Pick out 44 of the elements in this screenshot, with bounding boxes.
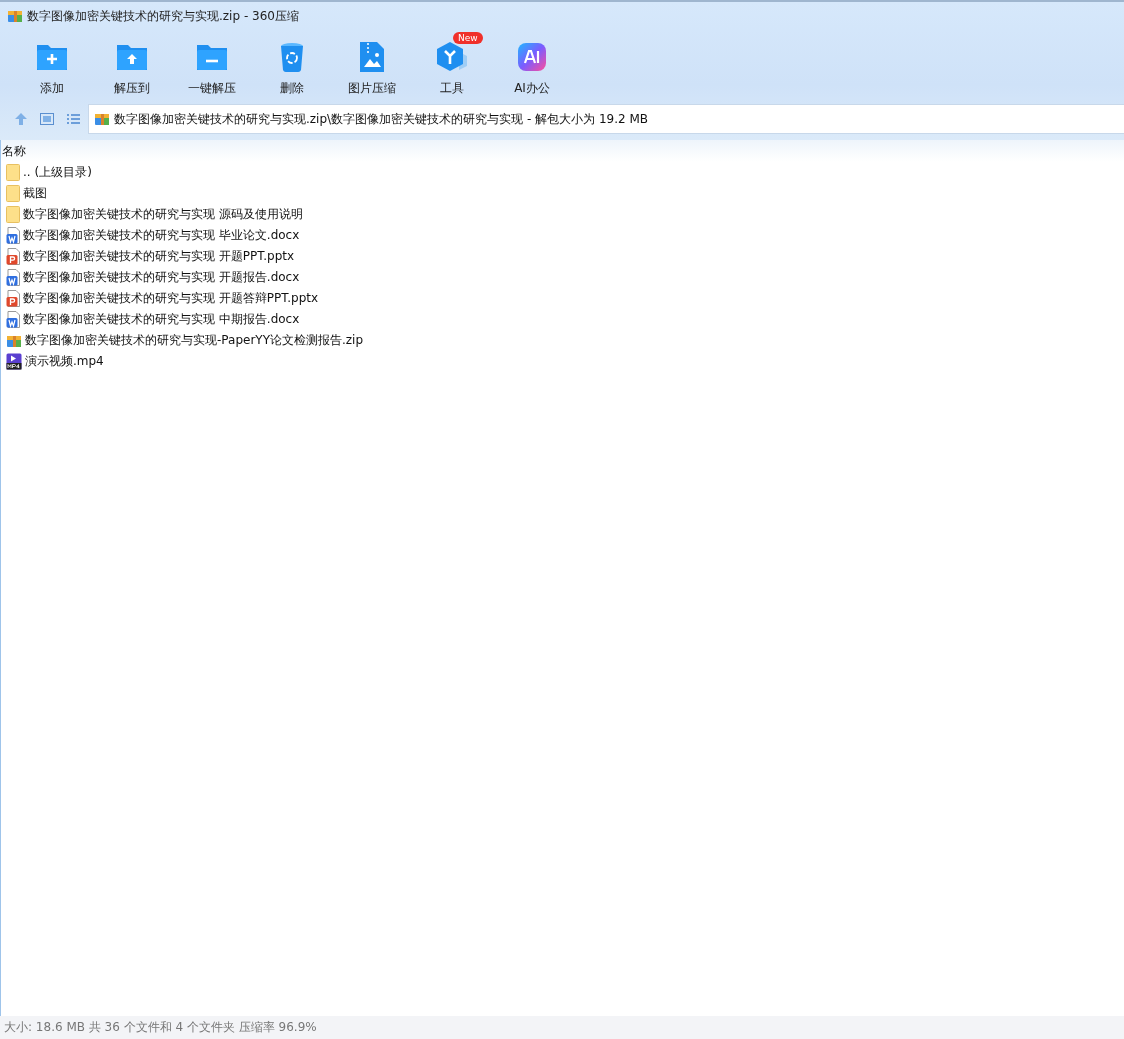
document-w-icon [6,269,20,286]
toolbar-button[interactable]: 一键解压 [172,31,252,100]
window-title: 数字图像加密关键技术的研究与实现.zip - 360压缩 [27,7,299,25]
address-bar[interactable]: 数字图像加密关键技术的研究与实现.zip\数字图像加密关键技术的研究与实现 - 解包大小为 19.2 MB [88,104,1124,134]
archive-icon [7,8,23,24]
folder-icon [6,206,20,223]
toolbar-button[interactable]: 添加 [12,31,92,100]
file-name[interactable]: 数字图像加密关键技术的研究与实现-PaperYY论文检测报告.zip [25,332,364,349]
new-badge: New [453,32,483,44]
hexagon-y-icon [435,40,469,74]
archive-icon [94,111,110,127]
file-name[interactable]: 演示视频.mp4 [25,353,104,370]
file-name[interactable]: 数字图像加密关键技术的研究与实现 毕业论文.docx [23,227,300,244]
document-w-icon [6,311,20,328]
list-view-icon[interactable] [66,113,80,125]
file-name[interactable]: 数字图像加密关键技术的研究与实现 开题答辩PPT.pptx [23,290,319,307]
folder-icon [6,164,20,181]
ai-logo-icon [517,42,547,72]
folder-upload-icon [115,42,149,72]
toolbar-button[interactable]: 图片压缩 [332,31,412,100]
file-name[interactable]: 数字图像加密关键技术的研究与实现 开题报告.docx [23,269,300,286]
toolbar-button[interactable]: 解压到 [92,31,172,100]
toolbar-button[interactable]: 删除 [252,31,332,100]
file-name[interactable]: .. (上级目录) [23,164,92,181]
video-file-icon [6,353,22,370]
recycle-bin-icon [279,41,305,73]
view-panel-icon[interactable] [40,113,54,125]
file-name[interactable]: 数字图像加密关键技术的研究与实现 源码及使用说明 [23,206,303,223]
document-p-icon [6,290,20,307]
toolbar-button[interactable]: New 工具 [412,31,492,100]
folder-icon [6,185,20,202]
document-p-icon [6,248,20,265]
toolbar-button[interactable]: AI办公 [492,31,572,100]
folder-plus-icon [35,42,69,72]
file-name[interactable]: 截图 [23,185,47,202]
image-file-icon [359,41,385,73]
status-text: 大小: 18.6 MB 共 36 个文件和 4 个文件夹 压缩率 96.9% [4,1019,317,1036]
file-name[interactable]: 数字图像加密关键技术的研究与实现 中期报告.docx [23,311,300,328]
folder-minus-icon [195,42,229,72]
file-name[interactable]: 数字图像加密关键技术的研究与实现 开题PPT.pptx [23,248,295,265]
column-header[interactable]: 名称 [2,142,26,160]
up-arrow-icon[interactable] [14,112,28,126]
address-path: 数字图像加密关键技术的研究与实现.zip\数字图像加密关键技术的研究与实现 - 解包大小为 19.2 MB [114,110,648,128]
document-w-icon [6,227,20,244]
